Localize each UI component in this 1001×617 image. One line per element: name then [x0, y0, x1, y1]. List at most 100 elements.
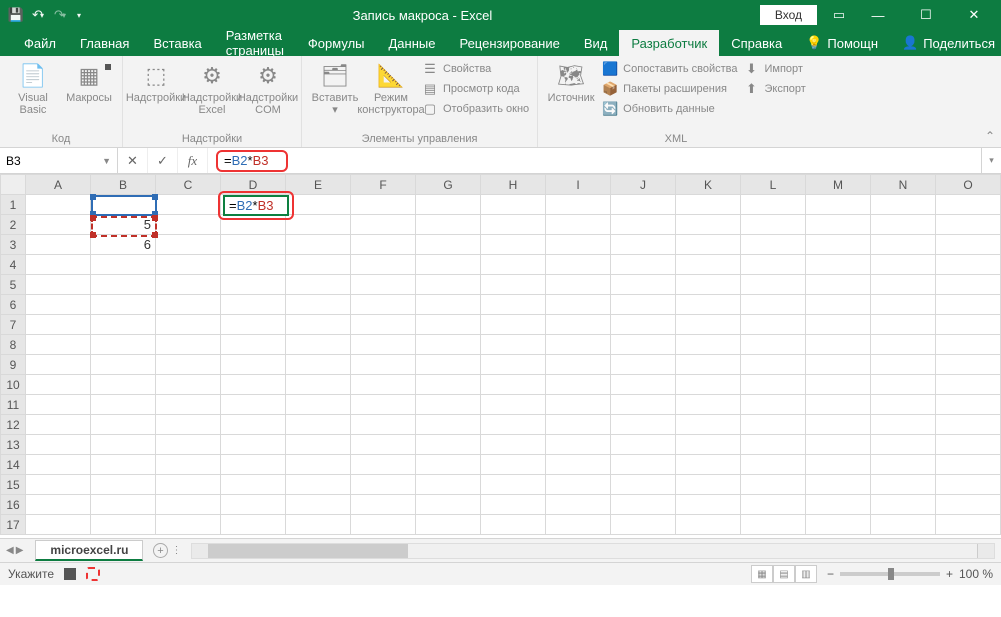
nav-next-icon[interactable]: ▶ [16, 545, 24, 556]
cell[interactable] [416, 455, 481, 475]
cell[interactable] [26, 255, 91, 275]
tell-me[interactable]: 💡Помощн [794, 30, 890, 56]
cell[interactable] [871, 475, 936, 495]
close-button[interactable]: ✕ [957, 7, 991, 23]
cell[interactable] [741, 475, 806, 495]
cell[interactable] [871, 215, 936, 235]
cell-editor[interactable]: =B2*B3 [223, 195, 289, 216]
cell[interactable] [26, 455, 91, 475]
cell[interactable] [546, 315, 611, 335]
cell[interactable] [546, 415, 611, 435]
cell[interactable] [156, 475, 221, 495]
cell[interactable] [221, 355, 286, 375]
cell[interactable] [156, 315, 221, 335]
row-header[interactable]: 9 [1, 355, 26, 375]
cell[interactable] [611, 355, 676, 375]
cell[interactable] [286, 235, 351, 255]
cell[interactable]: 5 [91, 215, 156, 235]
column-header[interactable]: F [351, 175, 416, 195]
cell[interactable] [416, 355, 481, 375]
cell[interactable] [91, 315, 156, 335]
cell[interactable] [611, 515, 676, 535]
row-header[interactable]: 10 [1, 375, 26, 395]
cell[interactable] [871, 235, 936, 255]
cell[interactable] [156, 515, 221, 535]
tab-insert[interactable]: Вставка [141, 30, 213, 56]
cell[interactable] [936, 255, 1001, 275]
horizontal-scrollbar[interactable] [191, 543, 995, 559]
row-header[interactable]: 5 [1, 275, 26, 295]
zoom-out-button[interactable]: − [827, 567, 834, 581]
cell[interactable] [26, 515, 91, 535]
cell[interactable] [286, 355, 351, 375]
cancel-formula-button[interactable]: ✕ [118, 148, 148, 173]
cell[interactable] [741, 435, 806, 455]
xml-export-button[interactable]: ⬆Экспорт [741, 80, 807, 98]
cell[interactable] [481, 415, 546, 435]
cell[interactable] [91, 415, 156, 435]
maximize-button[interactable]: ☐ [909, 7, 943, 23]
column-header[interactable]: I [546, 175, 611, 195]
cell[interactable] [91, 355, 156, 375]
cell[interactable] [481, 275, 546, 295]
cell[interactable] [91, 195, 156, 215]
cell[interactable] [936, 315, 1001, 335]
com-addins-button[interactable]: ⚙Надстройки COM [241, 60, 295, 118]
cell[interactable] [871, 415, 936, 435]
cell[interactable] [91, 515, 156, 535]
cell[interactable] [676, 295, 741, 315]
cell[interactable] [26, 335, 91, 355]
cell[interactable] [806, 495, 871, 515]
cell[interactable] [611, 415, 676, 435]
minimize-button[interactable]: — [861, 8, 895, 23]
cell[interactable] [26, 435, 91, 455]
stop-recording-icon[interactable] [64, 568, 76, 580]
cell[interactable] [91, 435, 156, 455]
cell[interactable] [351, 475, 416, 495]
cell[interactable] [286, 515, 351, 535]
cell[interactable] [481, 475, 546, 495]
cell[interactable] [26, 215, 91, 235]
spreadsheet-grid[interactable]: ABCDEFGHIJKLMNO1253645678910111213141516… [0, 174, 1001, 538]
addins-button[interactable]: ⬚Надстройки [129, 60, 183, 106]
cell[interactable] [416, 375, 481, 395]
enter-formula-button[interactable]: ✓ [148, 148, 178, 173]
cell[interactable] [481, 215, 546, 235]
cell[interactable] [91, 375, 156, 395]
cell[interactable] [741, 335, 806, 355]
cell[interactable] [221, 495, 286, 515]
cell[interactable] [546, 475, 611, 495]
cell[interactable] [806, 455, 871, 475]
cell[interactable] [351, 495, 416, 515]
row-header[interactable]: 3 [1, 235, 26, 255]
cell[interactable] [26, 295, 91, 315]
cell[interactable] [676, 255, 741, 275]
expand-formula-bar-icon[interactable]: ▾ [981, 148, 1001, 173]
cell[interactable] [611, 295, 676, 315]
cell[interactable] [546, 235, 611, 255]
cell[interactable] [156, 215, 221, 235]
cell[interactable] [676, 475, 741, 495]
xml-import-button[interactable]: ⬇Импорт [741, 60, 807, 78]
cell[interactable] [611, 215, 676, 235]
row-header[interactable]: 12 [1, 415, 26, 435]
cell[interactable] [936, 395, 1001, 415]
cell[interactable] [936, 495, 1001, 515]
cell[interactable] [156, 355, 221, 375]
cell[interactable] [611, 235, 676, 255]
ribbon-options-icon[interactable]: ▭ [831, 7, 847, 23]
cell[interactable] [416, 395, 481, 415]
cell[interactable] [286, 435, 351, 455]
cell[interactable] [156, 255, 221, 275]
cell[interactable] [481, 315, 546, 335]
column-header[interactable]: M [806, 175, 871, 195]
cell[interactable] [221, 515, 286, 535]
cell[interactable] [351, 335, 416, 355]
column-header[interactable]: L [741, 175, 806, 195]
zoom-slider[interactable] [840, 572, 940, 576]
cell[interactable] [871, 275, 936, 295]
cell[interactable] [286, 475, 351, 495]
cell[interactable] [481, 195, 546, 215]
cell[interactable] [221, 315, 286, 335]
cell[interactable] [676, 495, 741, 515]
